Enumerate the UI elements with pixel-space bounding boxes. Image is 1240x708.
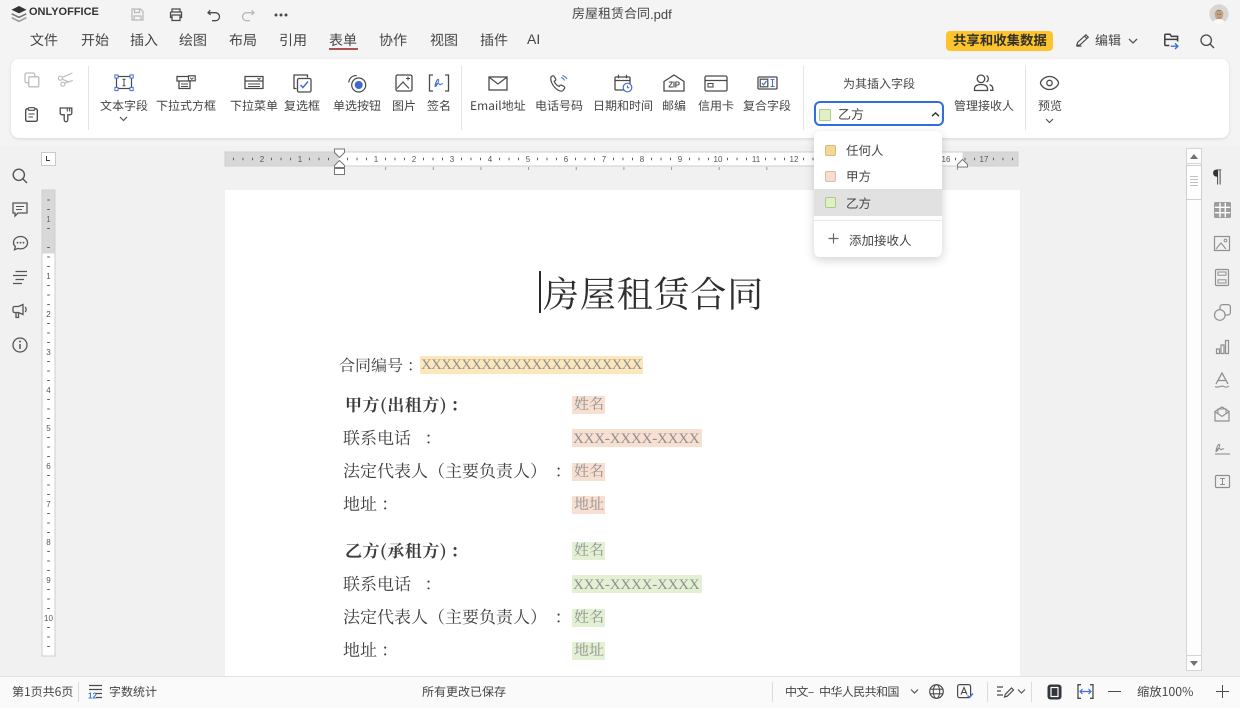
svg-text:4: 4 bbox=[46, 386, 51, 395]
svg-text:12: 12 bbox=[88, 692, 97, 701]
svg-text:7: 7 bbox=[602, 155, 607, 164]
svg-text:5: 5 bbox=[526, 155, 531, 164]
svg-text:12: 12 bbox=[790, 155, 799, 164]
svg-text:1: 1 bbox=[374, 155, 379, 164]
svg-text:3: 3 bbox=[46, 348, 51, 357]
svg-text:6: 6 bbox=[564, 155, 569, 164]
svg-text:5: 5 bbox=[46, 424, 51, 433]
svg-text:ZIP: ZIP bbox=[668, 81, 679, 90]
svg-text:7: 7 bbox=[46, 500, 51, 509]
svg-text:9: 9 bbox=[46, 576, 51, 585]
svg-text:10: 10 bbox=[44, 614, 53, 623]
svg-text:10: 10 bbox=[714, 155, 723, 164]
svg-text:1: 1 bbox=[46, 215, 51, 224]
svg-text:8: 8 bbox=[46, 538, 51, 547]
svg-text:2: 2 bbox=[46, 310, 51, 319]
svg-text:11: 11 bbox=[752, 155, 761, 164]
svg-text:9: 9 bbox=[678, 155, 683, 164]
svg-text:2: 2 bbox=[412, 155, 417, 164]
svg-text:1: 1 bbox=[298, 155, 303, 164]
svg-text:2: 2 bbox=[260, 155, 265, 164]
svg-text:1: 1 bbox=[46, 272, 51, 281]
svg-text:3: 3 bbox=[450, 155, 455, 164]
svg-text:16: 16 bbox=[942, 155, 951, 164]
svg-text:8: 8 bbox=[640, 155, 645, 164]
svg-text:4: 4 bbox=[488, 155, 493, 164]
svg-text:6: 6 bbox=[46, 462, 51, 471]
svg-text:17: 17 bbox=[980, 155, 989, 164]
